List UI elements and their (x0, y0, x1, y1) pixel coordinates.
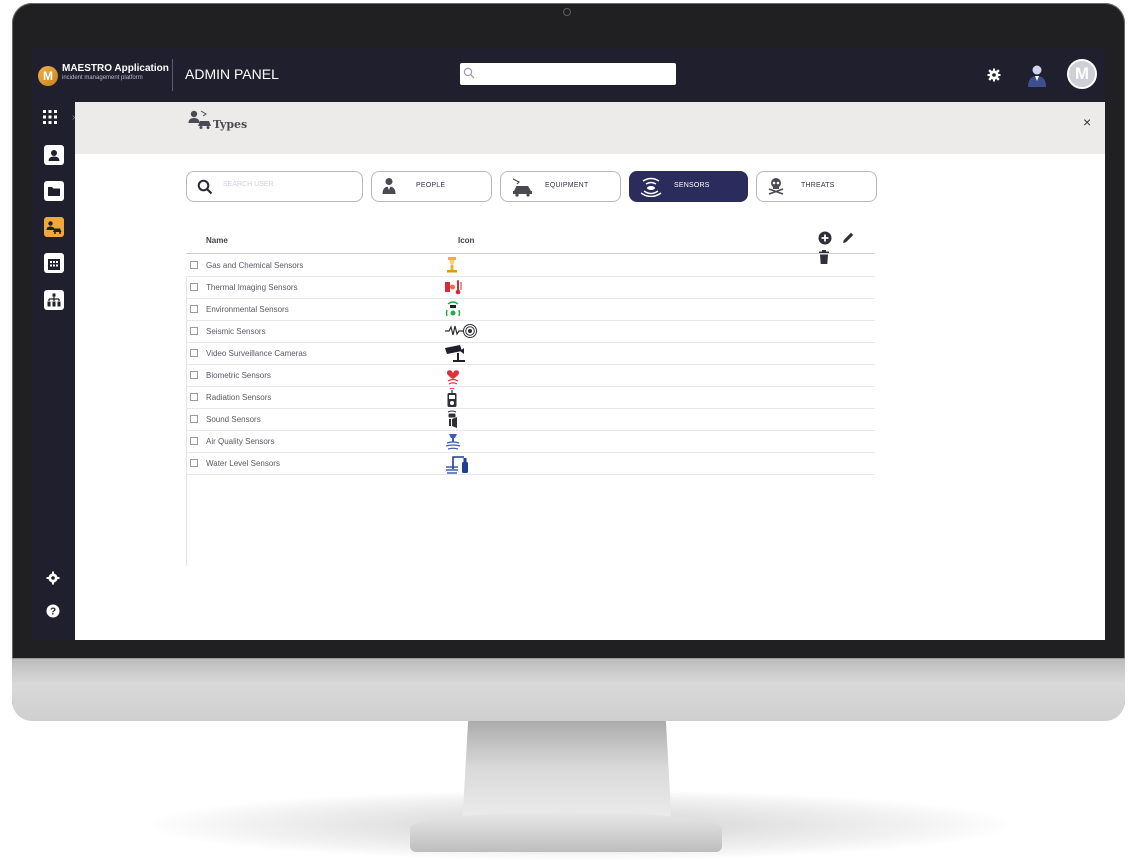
svg-text:?: ? (50, 607, 56, 618)
app-logo-icon: M (38, 66, 58, 86)
types-table: Name Icon Gas and Chemical Sensors Therm… (186, 226, 875, 566)
table-row[interactable]: Gas and Chemical Sensors (186, 254, 875, 277)
row-checkbox[interactable] (190, 261, 198, 269)
row-name: Video Surveillance Cameras (206, 349, 307, 358)
monitor-stand-base (410, 812, 722, 852)
tab-sensors[interactable]: SENSORS (629, 171, 748, 202)
table-row[interactable]: Radiation Sensors (186, 386, 875, 409)
sidebar: › ? (32, 102, 75, 640)
table-row[interactable]: Air Quality Sensors (186, 430, 875, 453)
table-row[interactable]: Environmental Sensors (186, 298, 875, 321)
row-checkbox[interactable] (190, 393, 198, 401)
search-user-input[interactable] (221, 180, 355, 189)
row-checkbox[interactable] (190, 349, 198, 357)
column-header-name: Name (206, 236, 228, 245)
types-icon (46, 221, 62, 234)
app-subtitle: incident management platform (62, 75, 143, 81)
table-row[interactable]: Video Surveillance Cameras (186, 342, 875, 365)
table-row[interactable]: Biometric Sensors (186, 364, 875, 387)
sidebar-item-types[interactable] (44, 217, 64, 237)
table-row[interactable]: Seismic Sensors (186, 320, 875, 343)
row-name: Radiation Sensors (206, 393, 272, 402)
row-name: Sound Sensors (206, 415, 261, 424)
row-name: Seismic Sensors (206, 327, 266, 336)
types-header-icon (188, 110, 211, 129)
user-card-icon (48, 150, 60, 161)
avatar[interactable]: M (1067, 59, 1097, 89)
sidebar-item-organization[interactable] (44, 290, 64, 310)
sensor-icon (640, 177, 662, 197)
environmental-sensor-icon (445, 301, 461, 317)
panel-title: ADMIN PANEL (185, 66, 279, 82)
app-name: MAESTRO Application (62, 63, 169, 74)
row-name: Water Level Sensors (206, 459, 280, 468)
equipment-icon (512, 178, 532, 197)
add-icon[interactable] (818, 231, 832, 250)
user-profile-icon[interactable] (1026, 63, 1048, 87)
row-name: Gas and Chemical Sensors (206, 261, 304, 270)
search-icon (463, 67, 475, 79)
app-screen: M MAESTRO Application incident managemen… (32, 48, 1105, 640)
sound-sensor-icon (447, 410, 457, 428)
radiation-sensor-icon (447, 388, 457, 407)
water-level-sensor-icon (446, 456, 468, 474)
camera-icon (445, 345, 465, 362)
row-name: Biometric Sensors (206, 371, 271, 380)
webcam-icon (563, 8, 571, 16)
close-icon[interactable]: × (1083, 114, 1091, 130)
row-name: Environmental Sensors (206, 305, 289, 314)
air-quality-sensor-icon (445, 434, 461, 450)
row-name: Thermal Imaging Sensors (206, 283, 298, 292)
row-checkbox[interactable] (190, 437, 198, 445)
building-icon (48, 258, 60, 270)
gear-icon[interactable] (46, 571, 60, 585)
row-checkbox[interactable] (190, 327, 198, 335)
tab-equipment[interactable]: EQUIPMENT (500, 171, 621, 202)
gas-sensor-icon (447, 257, 457, 273)
skull-icon (768, 178, 784, 195)
sidebar-item-buildings[interactable] (44, 253, 64, 273)
row-name: Air Quality Sensors (206, 437, 275, 446)
biometric-sensor-icon (446, 370, 460, 385)
column-header-icon: Icon (458, 236, 475, 245)
thermal-sensor-icon (445, 280, 462, 295)
page-title: Types (213, 118, 248, 131)
org-chart-icon (47, 293, 61, 307)
tab-people[interactable]: PEOPLE (371, 171, 492, 202)
tab-people-label: PEOPLE (416, 182, 446, 189)
table-row[interactable]: Thermal Imaging Sensors (186, 276, 875, 299)
help-icon[interactable]: ? (46, 604, 60, 618)
row-checkbox[interactable] (190, 305, 198, 313)
tab-threats[interactable]: THREATS (756, 171, 877, 202)
seismic-sensor-icon (445, 324, 477, 338)
person-icon (382, 178, 396, 194)
monitor-chin (12, 658, 1125, 721)
settings-gear-icon[interactable] (987, 68, 1001, 82)
table-row[interactable]: Water Level Sensors (186, 452, 875, 475)
sidebar-item-users[interactable] (44, 145, 64, 165)
topbar-divider (172, 59, 173, 91)
row-checkbox[interactable] (190, 283, 198, 291)
global-search-input[interactable] (460, 63, 676, 85)
page-header: Types × (75, 102, 1105, 154)
search-icon (197, 179, 213, 195)
apps-grid-icon[interactable] (43, 110, 57, 124)
edit-icon[interactable] (841, 231, 855, 250)
tab-threats-label: THREATS (801, 182, 835, 189)
folder-icon (48, 187, 60, 196)
table-row[interactable]: Sound Sensors (186, 408, 875, 431)
row-checkbox[interactable] (190, 459, 198, 467)
tab-equipment-label: EQUIPMENT (545, 182, 589, 189)
row-checkbox[interactable] (190, 415, 198, 423)
search-user-field[interactable] (186, 171, 363, 202)
sidebar-item-files[interactable] (44, 181, 64, 201)
tab-sensors-label: SENSORS (674, 182, 710, 189)
row-checkbox[interactable] (190, 371, 198, 379)
top-bar: M MAESTRO Application incident managemen… (32, 48, 1105, 102)
